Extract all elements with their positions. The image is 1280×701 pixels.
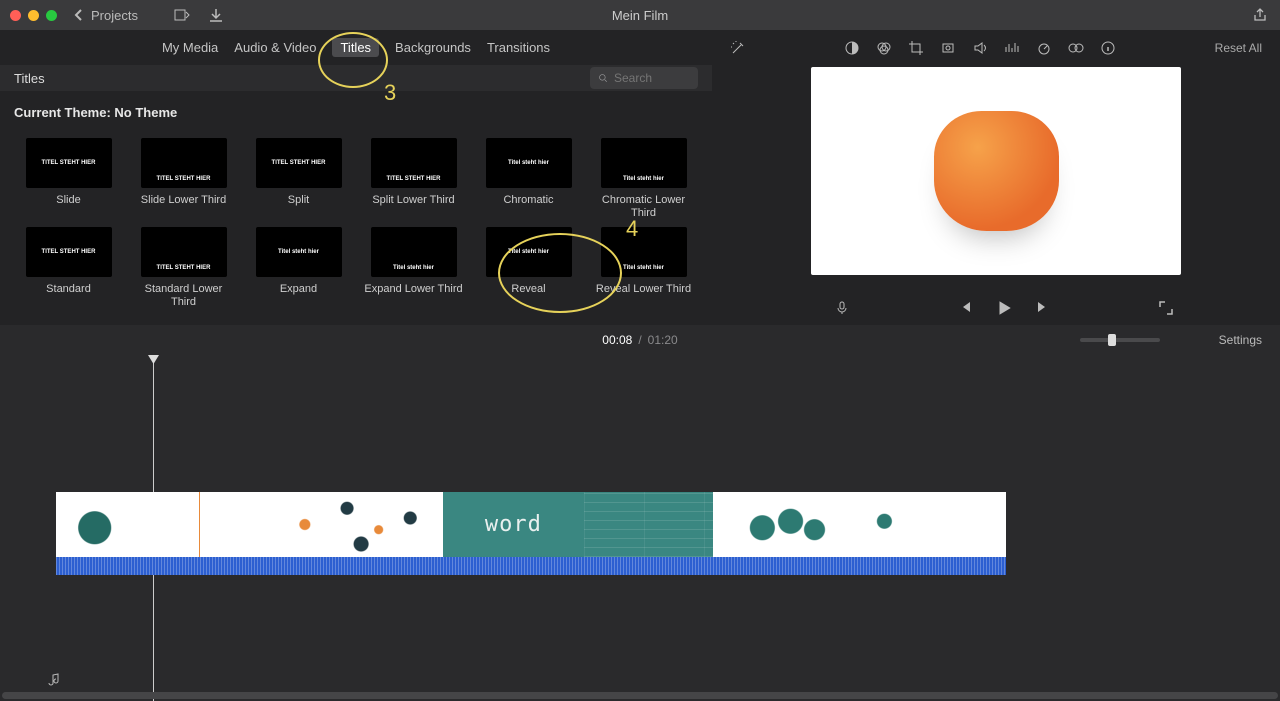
previous-button[interactable]: [957, 299, 973, 315]
timeline-clip[interactable]: A: [854, 492, 1006, 557]
title-caption: Chromatic: [503, 194, 553, 207]
annotation-circle-4: [498, 233, 622, 313]
play-button[interactable]: [995, 299, 1013, 317]
timeline-clip[interactable]: [56, 492, 185, 557]
title-caption: Standard Lower Third: [133, 283, 234, 308]
magic-wand-icon[interactable]: [730, 40, 746, 56]
tab-transitions[interactable]: Transitions: [487, 40, 550, 55]
voiceover-icon[interactable]: [834, 300, 850, 316]
timeline-clip[interactable]: [326, 492, 443, 557]
color-correction-icon[interactable]: [876, 40, 892, 56]
share-icon[interactable]: [1252, 7, 1268, 23]
clip-badge: A: [899, 504, 917, 522]
titlebar: Projects Mein Film: [0, 0, 1280, 30]
title-caption: Chromatic Lower Third: [593, 194, 694, 219]
title-template-item[interactable]: Titel steht hier Chromatic Lower Third: [593, 138, 694, 219]
annotation-label-4: 4: [626, 216, 638, 242]
title-caption: Slide Lower Third: [141, 194, 226, 207]
viewer-canvas[interactable]: [811, 67, 1181, 275]
back-label: Projects: [91, 8, 138, 23]
tab-audio-video[interactable]: Audio & Video: [234, 40, 316, 55]
video-track[interactable]: word A: [56, 492, 1006, 575]
title-template-item[interactable]: Titel steht hier Chromatic: [478, 138, 579, 219]
timeline-settings-button[interactable]: Settings: [1219, 333, 1262, 347]
noise-reduction-icon[interactable]: [1004, 40, 1020, 56]
playback-controls: [712, 291, 1280, 325]
title-caption: Standard: [46, 283, 91, 296]
title-thumbnail: Titel steht hier: [601, 138, 687, 188]
tab-backgrounds[interactable]: Backgrounds: [395, 40, 471, 55]
search-input[interactable]: [614, 71, 690, 85]
title-thumbnail: Titel steht hier: [256, 227, 342, 277]
minimize-window-button[interactable]: [28, 10, 39, 21]
title-thumbnail: TITEL STEHT HIER: [26, 138, 112, 188]
title-template-item[interactable]: Titel steht hier Expand: [248, 227, 349, 308]
annotation-label-3: 3: [384, 80, 396, 106]
fullscreen-icon[interactable]: [1158, 300, 1174, 316]
volume-icon[interactable]: [972, 40, 988, 56]
timeline-panel[interactable]: word A: [0, 355, 1280, 701]
next-button[interactable]: [1035, 299, 1051, 315]
music-track-icon[interactable]: [44, 671, 60, 687]
time-readout-bar: 00:08 / 01:20 Settings: [0, 325, 1280, 355]
title-template-item[interactable]: TITEL STEHT HIER Split Lower Third: [363, 138, 464, 219]
content-area: My Media Audio & Video Titles Background…: [0, 30, 1280, 325]
speed-icon[interactable]: [1036, 40, 1052, 56]
timeline-clip[interactable]: [713, 492, 854, 557]
viewer-canvas-container: [712, 65, 1280, 291]
clip-filter-icon[interactable]: [1068, 40, 1084, 56]
timeline-clip[interactable]: [584, 492, 713, 557]
title-thumbnail: TITEL STEHT HIER: [371, 138, 457, 188]
title-template-item[interactable]: TITEL STEHT HIER Split: [248, 138, 349, 219]
audio-waveform[interactable]: [56, 557, 1006, 575]
timeline-clip[interactable]: [185, 492, 326, 557]
title-caption: Expand: [280, 283, 317, 296]
import-icon[interactable]: [208, 7, 224, 23]
back-to-projects-button[interactable]: Projects: [71, 7, 138, 23]
current-time: 00:08: [602, 333, 632, 347]
title-thumbnail: TITEL STEHT HIER: [26, 227, 112, 277]
title-template-item[interactable]: Titel steht hier Expand Lower Third: [363, 227, 464, 308]
preview-content: [934, 111, 1059, 231]
crop-icon[interactable]: [908, 40, 924, 56]
viewer-toolbar: Reset All: [712, 30, 1280, 65]
time-separator: /: [638, 333, 641, 347]
timeline-scrollbar[interactable]: [2, 692, 1278, 699]
title-caption: Split Lower Third: [372, 194, 454, 207]
maximize-window-button[interactable]: [46, 10, 57, 21]
title-thumbnail: Titel steht hier: [486, 138, 572, 188]
timeline-clip[interactable]: word: [443, 492, 584, 557]
title-template-item[interactable]: TITEL STEHT HIER Slide: [18, 138, 119, 219]
stabilization-icon[interactable]: [940, 40, 956, 56]
viewer-panel: Reset All: [712, 30, 1280, 325]
reset-all-button[interactable]: Reset All: [1215, 41, 1262, 55]
color-balance-icon[interactable]: [844, 40, 860, 56]
close-window-button[interactable]: [10, 10, 21, 21]
total-duration: 01:20: [648, 333, 678, 347]
current-theme-label: Current Theme: No Theme: [0, 91, 712, 124]
window-controls: [10, 10, 57, 21]
browser-section-label: Titles: [14, 71, 45, 86]
zoom-slider[interactable]: [1080, 338, 1160, 342]
library-view-icon[interactable]: [174, 7, 190, 23]
title-thumbnail: TITEL STEHT HIER: [141, 227, 227, 277]
project-title: Mein Film: [612, 8, 668, 23]
info-icon[interactable]: [1100, 40, 1116, 56]
title-template-item[interactable]: TITEL STEHT HIER Slide Lower Third: [133, 138, 234, 219]
title-caption: Expand Lower Third: [364, 283, 462, 296]
title-caption: Slide: [56, 194, 80, 207]
chevron-left-icon: [71, 7, 87, 23]
annotation-circle-3: [318, 32, 388, 88]
title-template-item[interactable]: TITEL STEHT HIER Standard: [18, 227, 119, 308]
search-box[interactable]: [590, 67, 698, 89]
title-thumbnail: Titel steht hier: [371, 227, 457, 277]
title-caption: Split: [288, 194, 309, 207]
search-icon: [598, 70, 608, 86]
title-template-item[interactable]: TITEL STEHT HIER Standard Lower Third: [133, 227, 234, 308]
title-thumbnail: TITEL STEHT HIER: [256, 138, 342, 188]
title-thumbnail: TITEL STEHT HIER: [141, 138, 227, 188]
tab-my-media[interactable]: My Media: [162, 40, 218, 55]
